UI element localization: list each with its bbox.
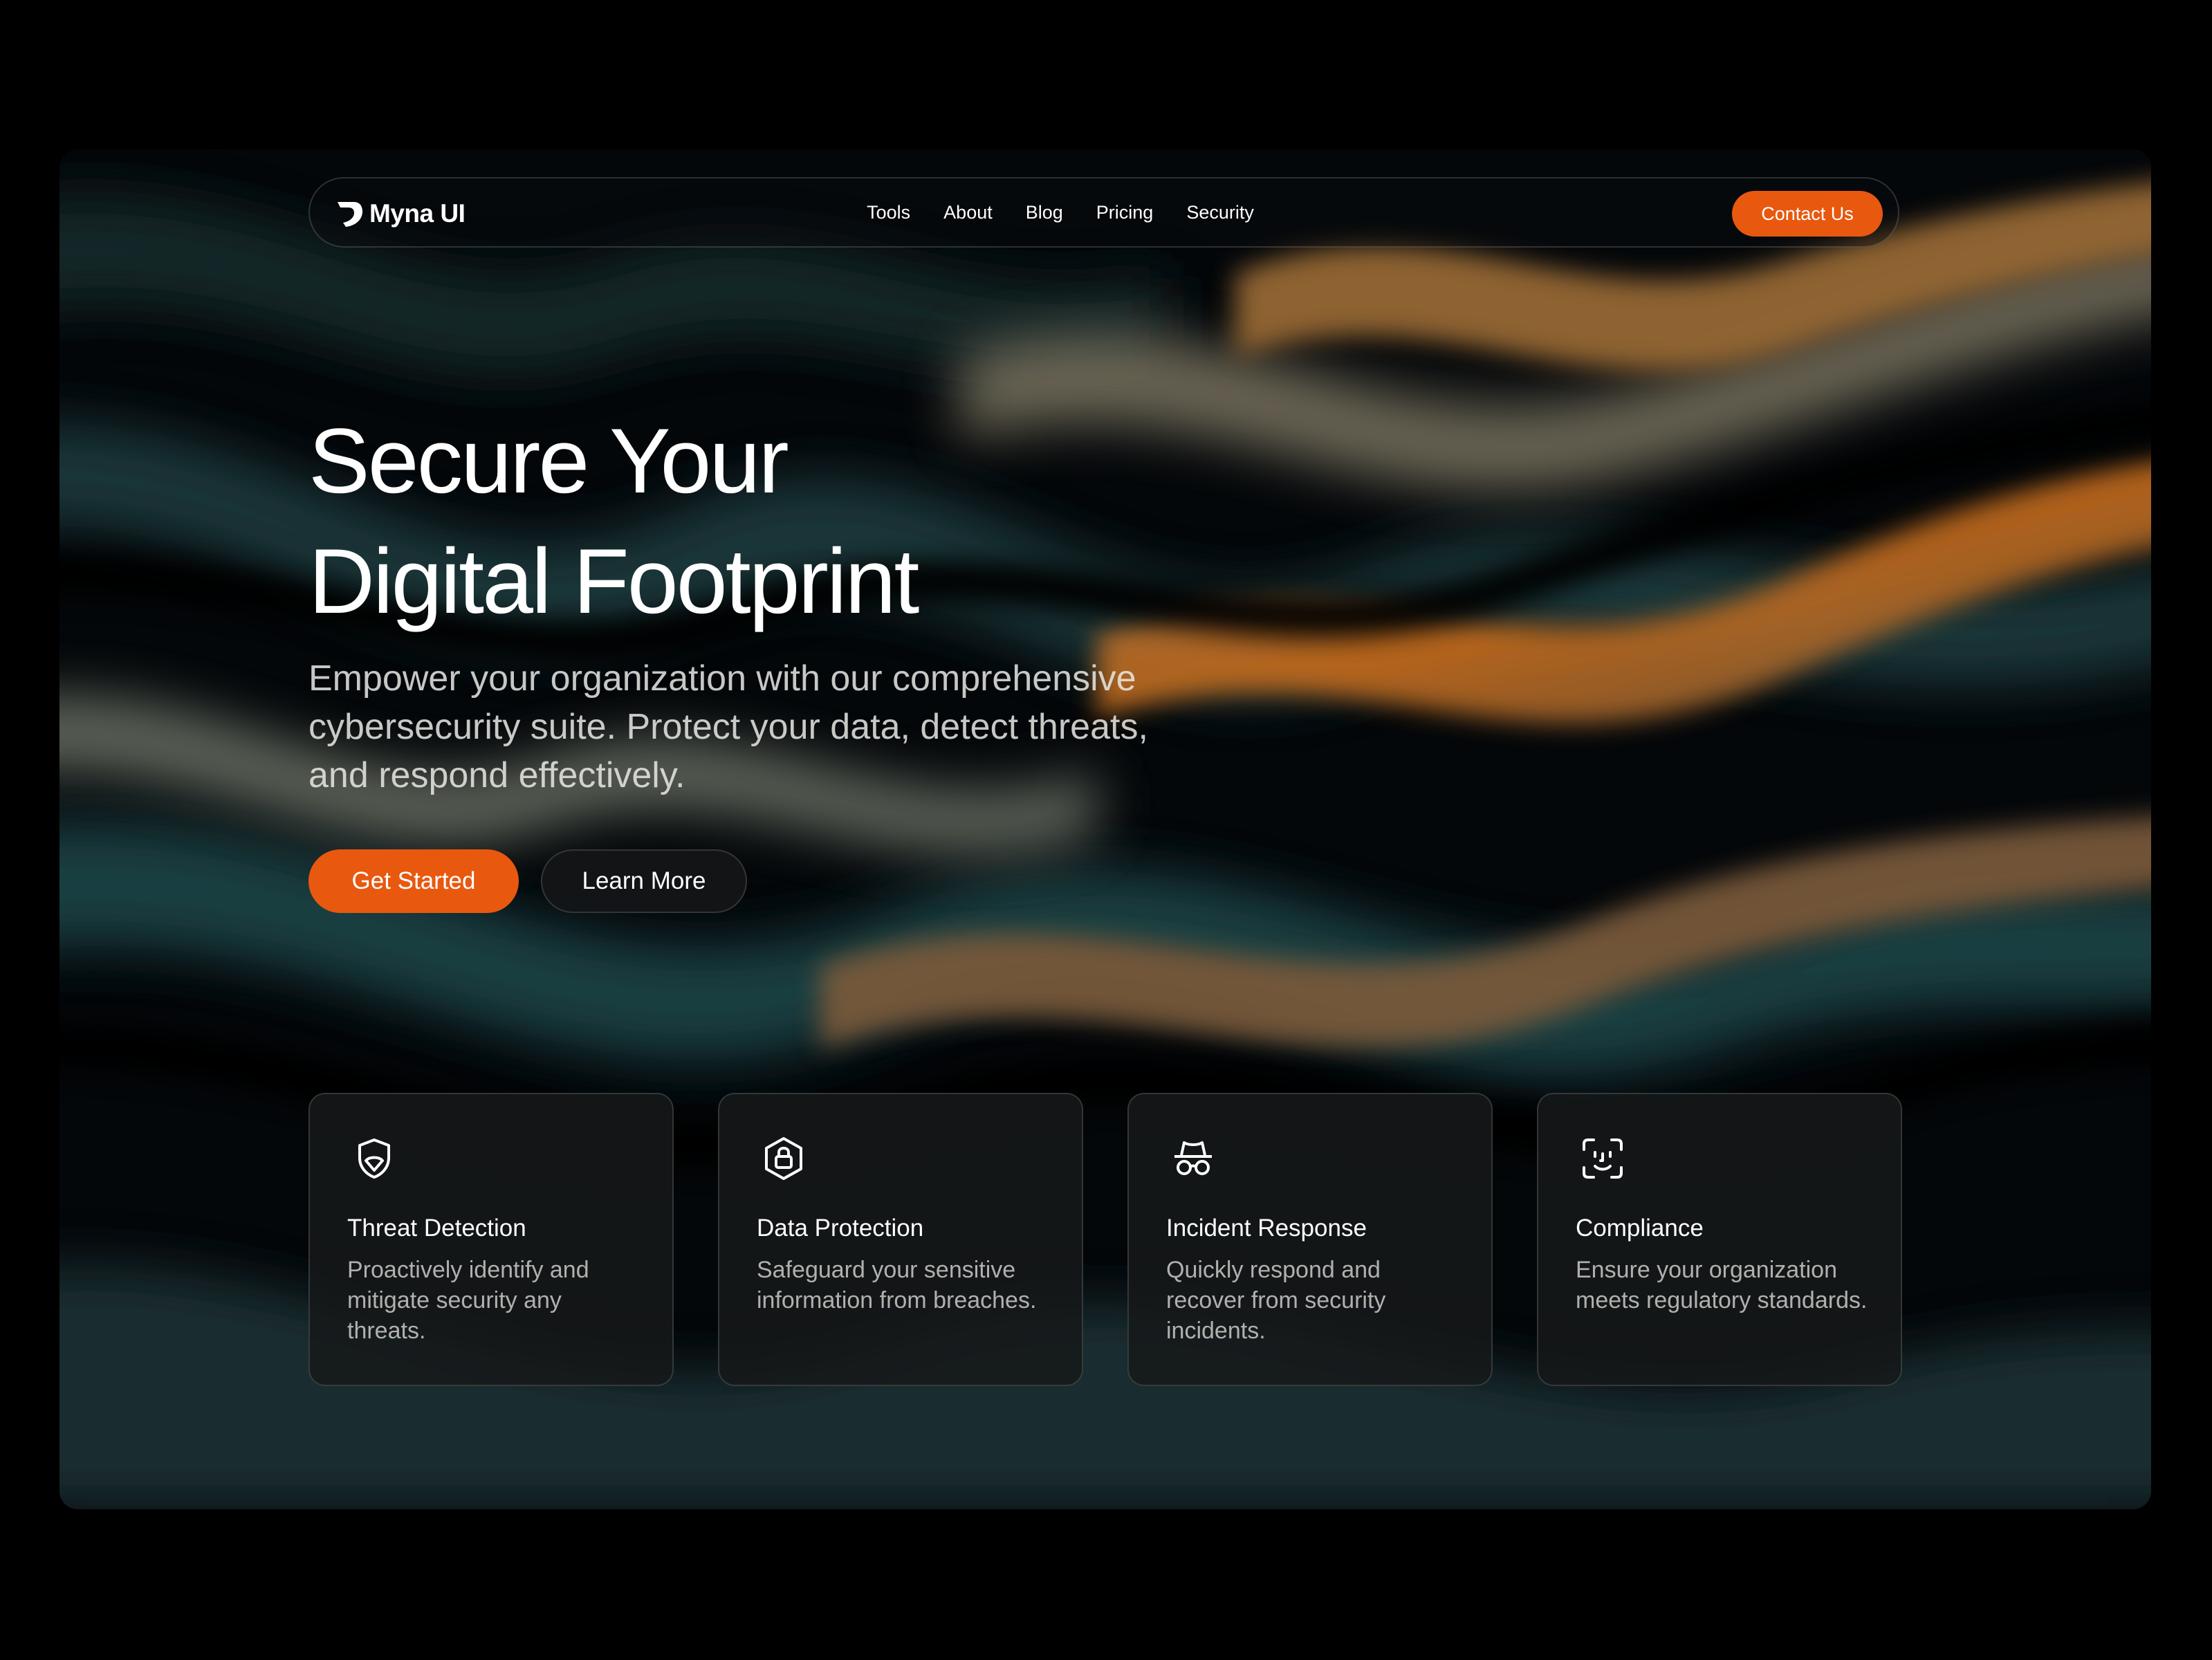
lock-hexagon-icon <box>765 1137 802 1180</box>
hero-subtitle: Empower your organization with our compr… <box>308 658 1148 795</box>
hero-title-line-1: Secure Your <box>308 410 789 513</box>
learn-more-button[interactable]: Learn More <box>541 849 747 913</box>
feature-card-incident-response[interactable]: Incident Response Quickly respond and re… <box>1127 1093 1493 1386</box>
feature-title: Incident Response <box>1166 1215 1367 1242</box>
get-started-button[interactable]: Get Started <box>308 849 519 913</box>
feature-description: Proactively identify and mitigate securi… <box>347 1257 589 1344</box>
nav-link-pricing[interactable]: Pricing <box>1096 202 1154 223</box>
incognito-icon <box>1174 1141 1212 1175</box>
nav-link-tools[interactable]: Tools <box>867 202 910 223</box>
shield-icon <box>358 1138 390 1179</box>
face-scan-icon <box>1583 1138 1623 1179</box>
feature-title: Compliance <box>1576 1215 1704 1242</box>
nav-link-blog[interactable]: Blog <box>1026 202 1063 223</box>
nav-link-about[interactable]: About <box>943 202 993 223</box>
feature-card-compliance[interactable]: Compliance Ensure your organization meet… <box>1537 1093 1902 1386</box>
contact-us-button[interactable]: Contact Us <box>1732 191 1883 237</box>
hero-title-line-2: Digital Footprint <box>308 531 919 633</box>
top-navbar: Myna UI Tools About Blog Pricing Securit… <box>308 177 1899 248</box>
feature-description: Quickly respond and recover from securit… <box>1166 1257 1386 1344</box>
feature-title: Threat Detection <box>347 1215 526 1242</box>
feature-description: Safeguard your sensitive information fro… <box>757 1257 1037 1313</box>
feature-description: Ensure your organization meets regulator… <box>1576 1257 1868 1313</box>
feature-card-data-protection[interactable]: Data Protection Safeguard your sensitive… <box>718 1093 1083 1386</box>
nav-link-security[interactable]: Security <box>1186 202 1254 223</box>
feature-card-threat-detection[interactable]: Threat Detection Proactively identify an… <box>308 1093 674 1386</box>
hero-title: Secure Your Digital Footprint <box>308 401 919 642</box>
nav-links: Tools About Blog Pricing Security <box>223 202 1898 223</box>
page-frame: Myna UI Tools About Blog Pricing Securit… <box>59 149 2151 1509</box>
feature-title: Data Protection <box>757 1215 924 1242</box>
